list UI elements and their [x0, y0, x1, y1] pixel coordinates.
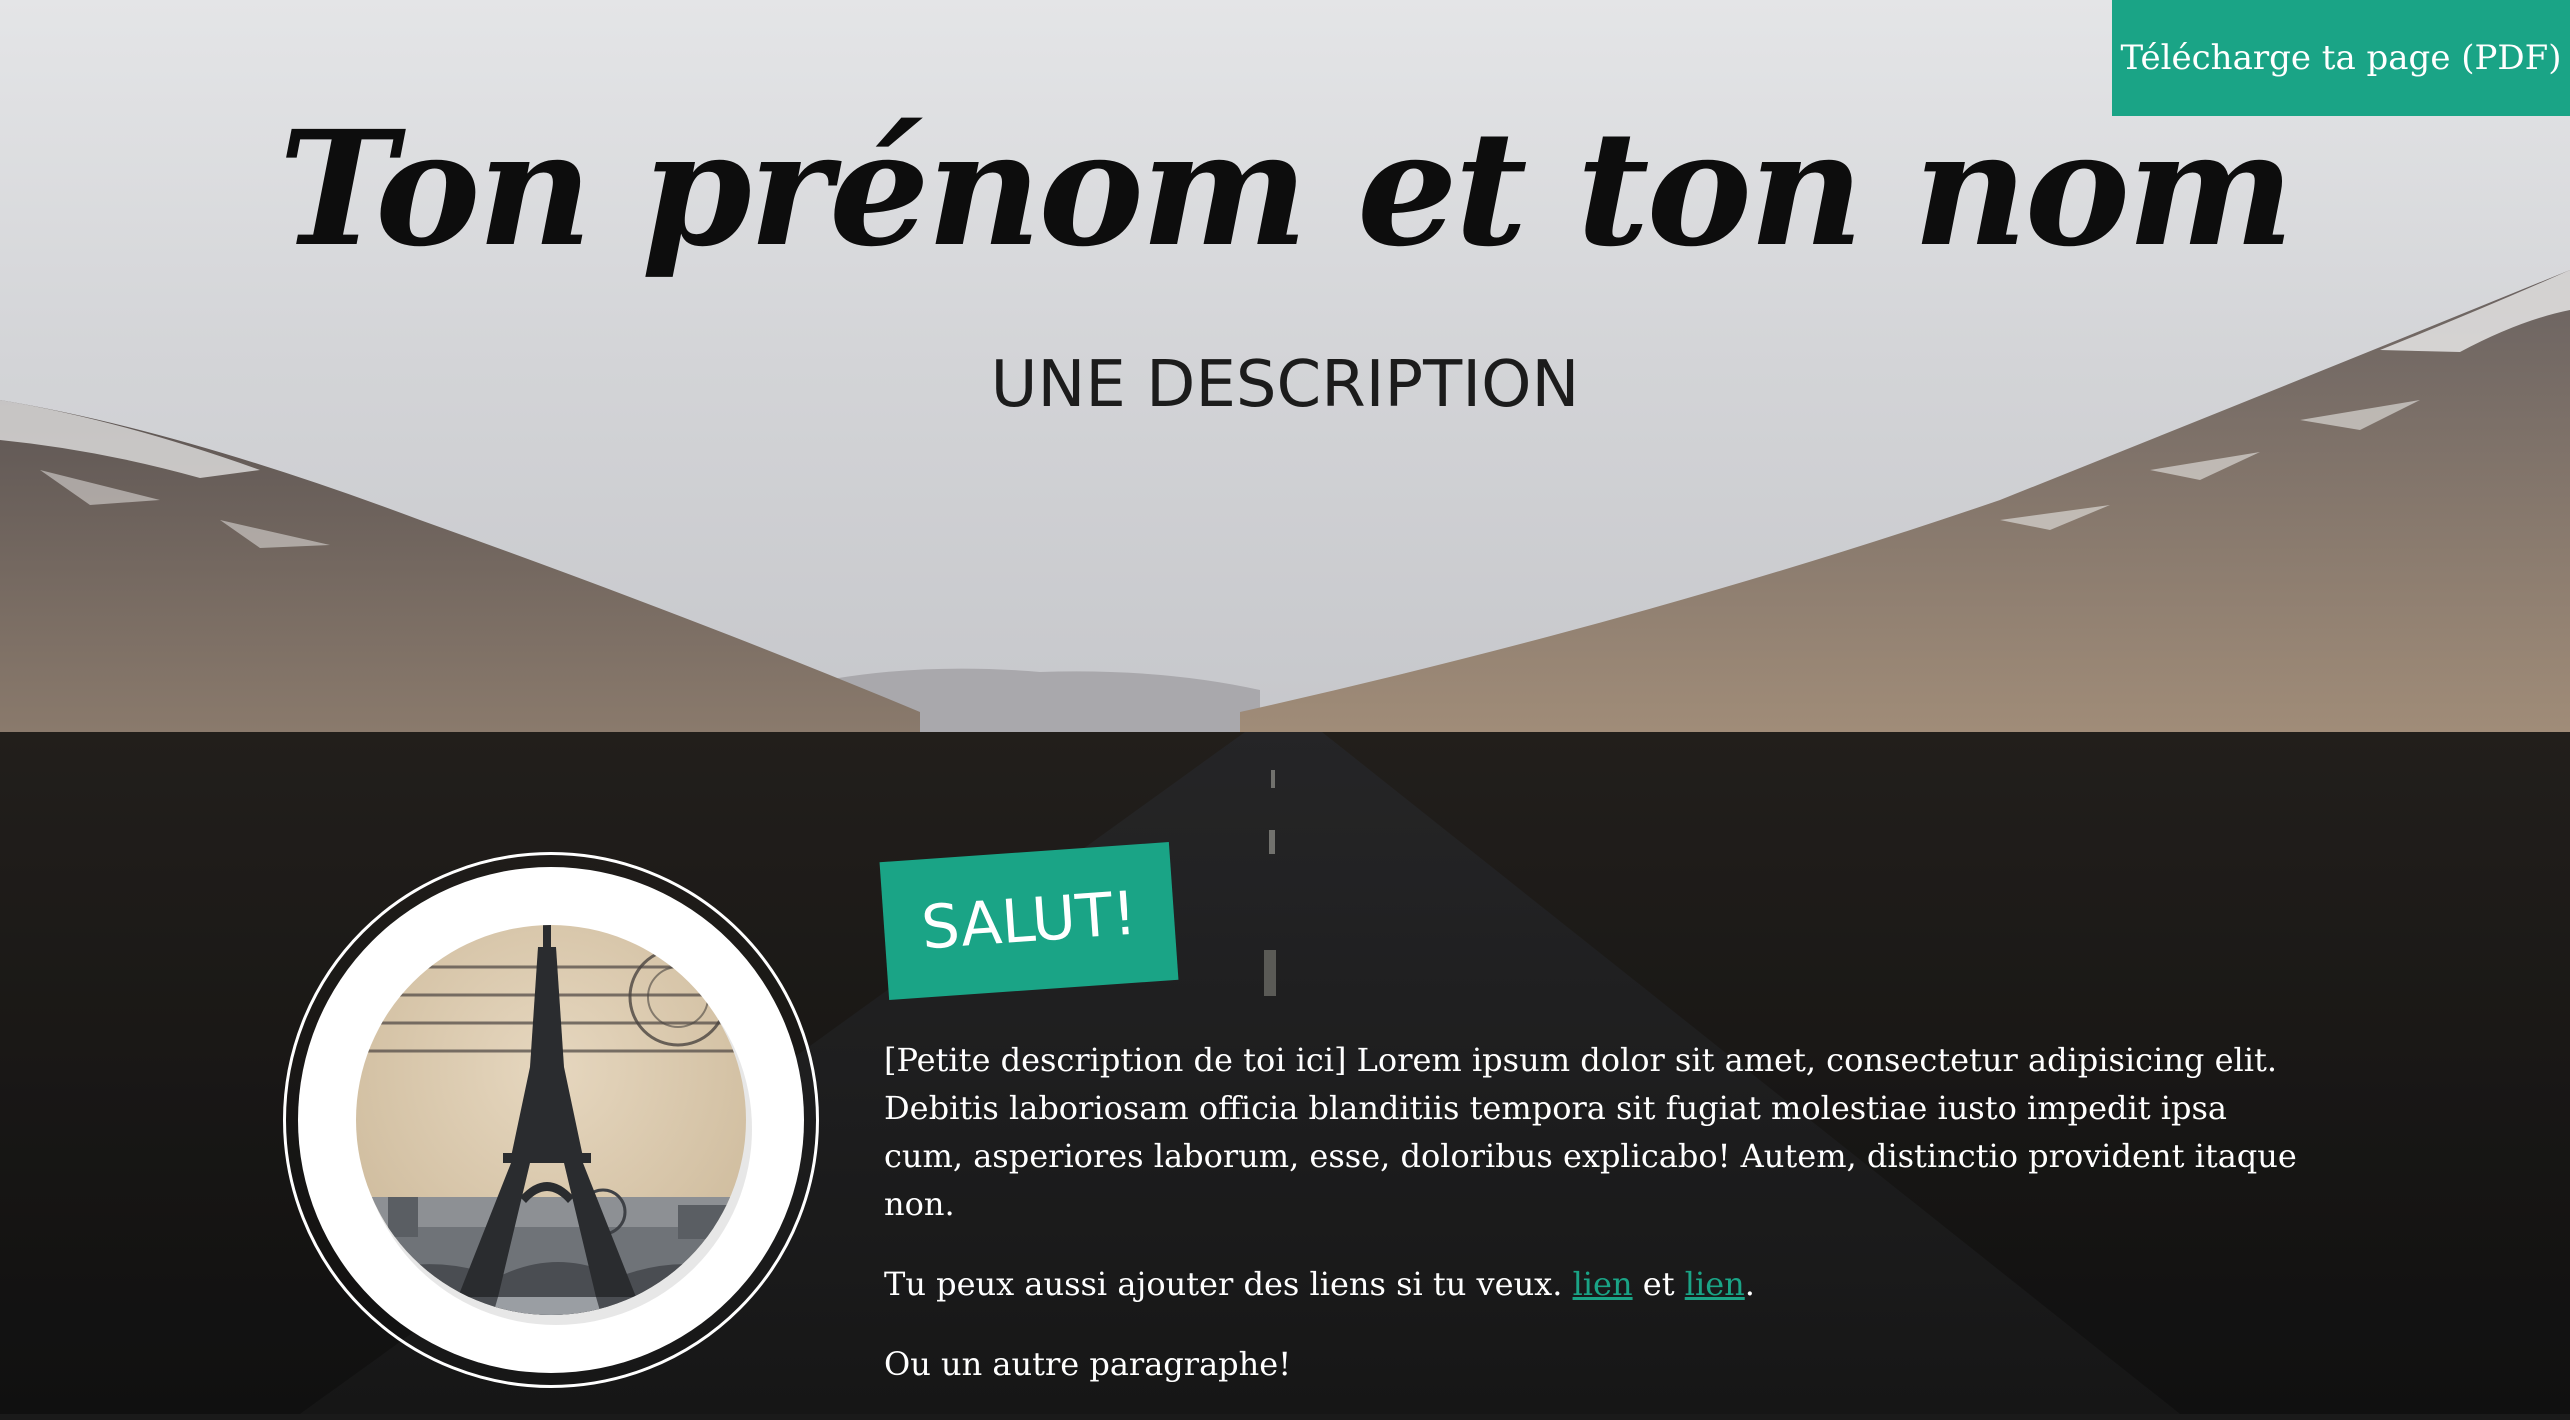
about-paragraph: [Petite description de toi ici] Lorem ip… — [884, 1041, 2297, 1223]
links-end: . — [1744, 1265, 1755, 1303]
about-text: [Petite description de toi ici] Lorem ip… — [884, 1036, 2304, 1420]
salut-badge: SALUT! — [879, 842, 1179, 1000]
links-and: et — [1642, 1265, 1675, 1303]
page-subtitle: UNE DESCRIPTION — [990, 348, 1580, 422]
link-1[interactable]: lien — [1573, 1265, 1633, 1303]
avatar — [298, 867, 804, 1373]
eiffel-tower-postcard-image — [356, 925, 752, 1325]
other-paragraph: Ou un autre paragraphe! — [884, 1345, 1292, 1383]
links-intro: Tu peux aussi ajouter des liens si tu ve… — [884, 1265, 1563, 1303]
link-2[interactable]: lien — [1685, 1265, 1745, 1303]
page-title: Ton prénom et ton nom — [278, 97, 2295, 282]
links-paragraph: Tu peux aussi ajouter des liens si tu ve… — [884, 1260, 2304, 1308]
